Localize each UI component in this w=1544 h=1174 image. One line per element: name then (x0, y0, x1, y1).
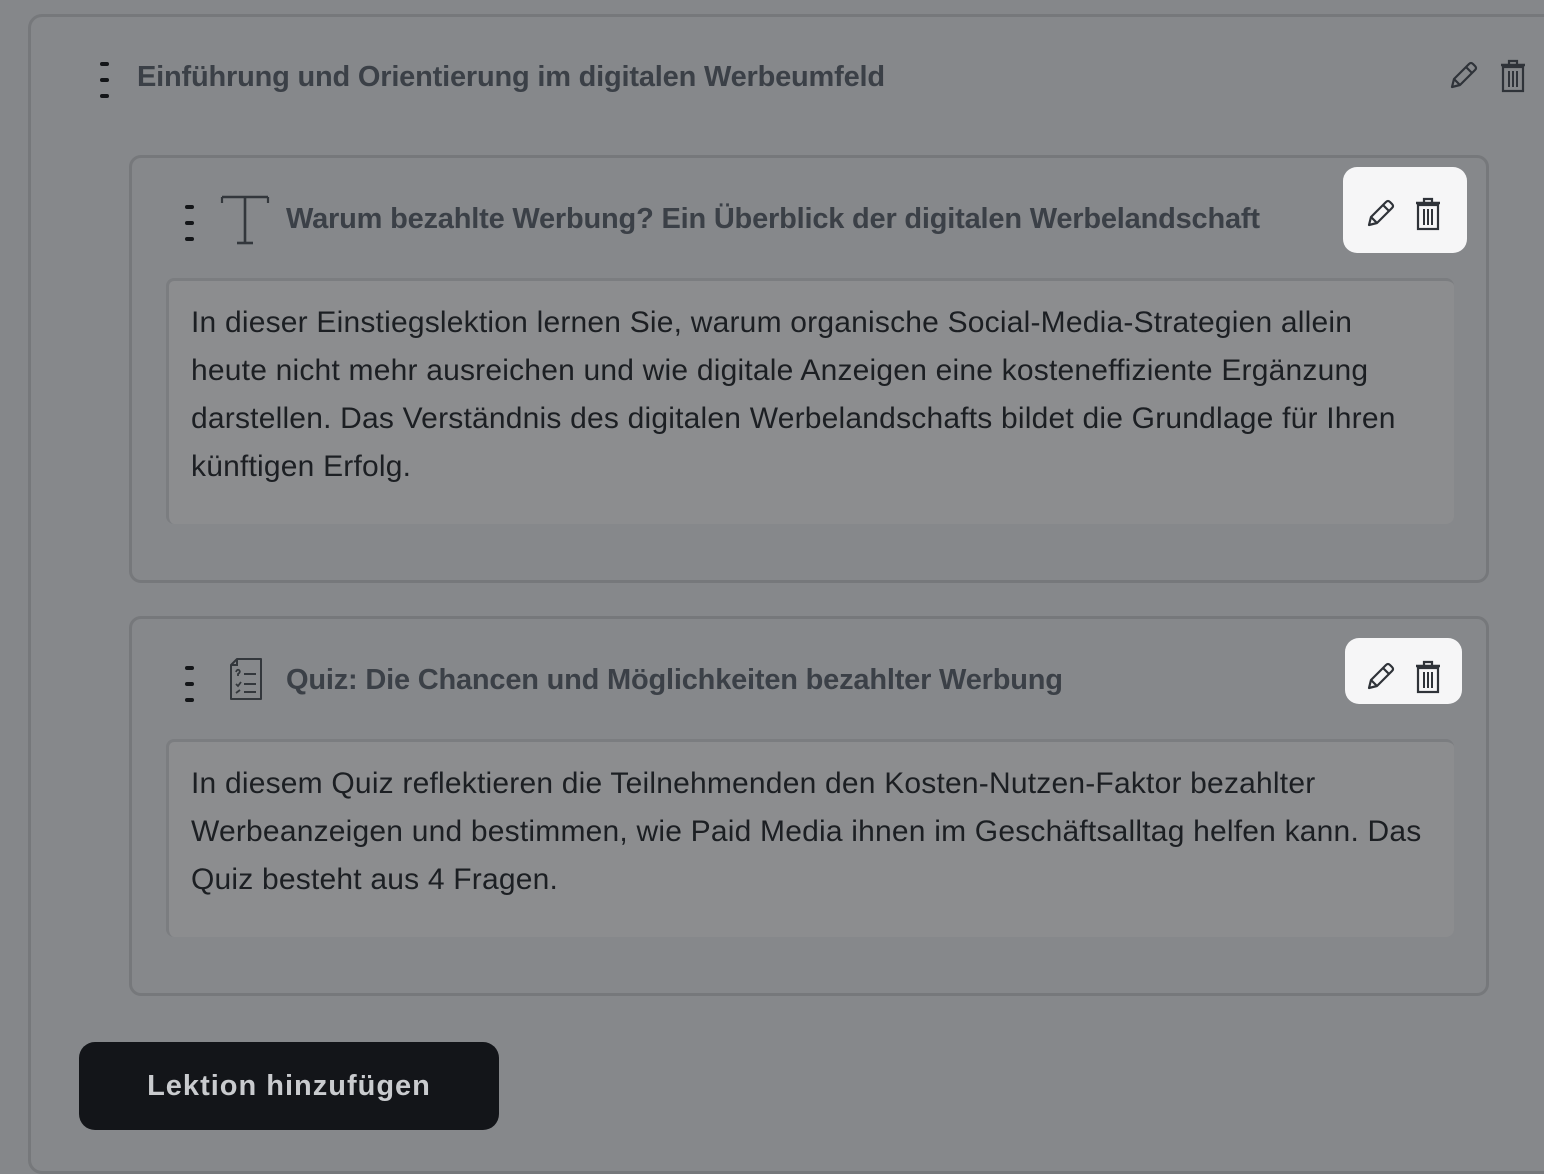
text-type-icon (220, 194, 270, 246)
lesson-description: In dieser Einstiegslektion lernen Sie, w… (166, 278, 1454, 524)
lesson-delete-button[interactable] (1409, 195, 1447, 233)
pencil-icon (1367, 662, 1395, 690)
pencil-icon (1367, 199, 1395, 227)
lesson-card: Warum bezahlte Werbung? Ein Überblick de… (129, 155, 1489, 583)
trash-icon (1416, 197, 1440, 231)
drag-handle-icon[interactable] (182, 205, 194, 241)
module-edit-button[interactable] (1444, 57, 1482, 95)
module-card: Einführung und Orientierung im digitalen… (28, 14, 1544, 1174)
module-title: Einführung und Orientierung im digitalen… (137, 61, 885, 93)
drag-handle-icon[interactable] (97, 62, 109, 98)
quiz-document-icon (226, 657, 266, 703)
module-header: Einführung und Orientierung im digitalen… (31, 17, 1544, 137)
lesson-title: Quiz: Die Chancen und Möglichkeiten beza… (286, 664, 1063, 696)
lesson-card: Quiz: Die Chancen und Möglichkeiten beza… (129, 616, 1489, 996)
module-delete-button[interactable] (1494, 57, 1532, 95)
trash-icon (1501, 59, 1525, 93)
lesson-edit-button[interactable] (1361, 658, 1399, 696)
lesson-actions (1343, 167, 1467, 253)
lesson-edit-button[interactable] (1361, 195, 1399, 233)
drag-handle-icon[interactable] (182, 666, 194, 702)
pencil-icon (1450, 61, 1478, 89)
add-lesson-button[interactable]: Lektion hinzufügen (79, 1042, 499, 1130)
lesson-title: Warum bezahlte Werbung? Ein Überblick de… (286, 203, 1260, 235)
trash-icon (1416, 660, 1440, 694)
lesson-description: In diesem Quiz reflektieren die Teilnehm… (166, 739, 1454, 937)
lesson-actions (1345, 638, 1462, 704)
lesson-delete-button[interactable] (1409, 658, 1447, 696)
